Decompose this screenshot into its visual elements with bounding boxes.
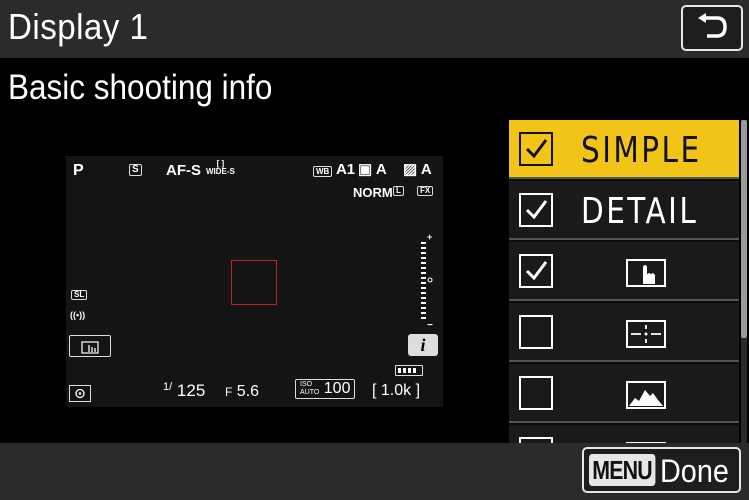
checkbox-level[interactable] <box>519 315 553 349</box>
iso-sensitivity: ISO AUTO 100 <box>295 379 356 400</box>
info-button-icon: i <box>408 334 438 356</box>
list-item-touch[interactable] <box>509 242 739 301</box>
done-label: Done <box>660 453 729 489</box>
list-item-label: DETAIL <box>581 191 699 232</box>
exposure-mode: P <box>73 162 84 179</box>
picture-control-icon: ▣ <box>358 161 373 178</box>
vibration-reduction-icon: ((•)) <box>70 310 86 320</box>
list-scrollbar[interactable] <box>741 120 747 443</box>
section-title: Basic shooting info <box>8 68 273 107</box>
aperture: F 5.6 <box>225 384 259 400</box>
metering-icon <box>69 385 91 402</box>
focus-point <box>231 260 277 305</box>
checkmark-icon <box>525 200 548 220</box>
shutter-prefix: 1/ <box>163 381 173 393</box>
title-bar: Display 1 <box>0 0 749 58</box>
checkbox-simple[interactable] <box>519 132 553 166</box>
iso-label: ISO <box>300 381 313 388</box>
image-quality: NORM <box>353 185 393 200</box>
exposure-indicator-icon: + − <box>421 232 433 328</box>
list-item-detail[interactable]: DETAIL <box>509 181 739 240</box>
display-options-list: SIMPLE DETAIL <box>509 120 739 443</box>
iso-value: 100 <box>323 380 351 397</box>
checkmark-icon <box>525 139 548 159</box>
battery-icon <box>395 365 423 376</box>
image-area-badge: FX <box>417 186 434 196</box>
aperture-value: 5.6 <box>236 383 260 400</box>
shooting-info-preview: P S AF-S [ ] WIDE-S WB A1 ▣ A ▨ A NORM L… <box>66 156 443 407</box>
active-d-lighting: ▨ A <box>403 162 432 177</box>
checkbox-touch[interactable] <box>519 254 553 288</box>
svg-text:+: + <box>427 232 432 242</box>
picture-control-value: A <box>375 161 387 178</box>
iso-badge: ISO AUTO <box>300 381 319 397</box>
wb-value: A1 <box>335 161 356 178</box>
shutter-speed: 1/ 125 <box>163 381 206 400</box>
checkmark-icon <box>525 261 548 281</box>
af-area-label: WIDE-S <box>206 167 235 176</box>
frames-remaining: [ 1.0k ] <box>372 382 421 399</box>
wb-tag: WB <box>313 166 333 177</box>
done-button[interactable]: MENU Done <box>582 447 741 493</box>
release-mode-badge: S <box>129 164 142 176</box>
checkbox-histogram[interactable] <box>519 376 553 410</box>
return-arrow-icon <box>698 13 727 38</box>
touch-hand-icon <box>626 259 666 287</box>
picture-control: ▣ A <box>358 162 387 177</box>
shutter-value: 125 <box>176 381 206 400</box>
page-title: Display 1 <box>8 6 149 47</box>
histogram-icon <box>626 381 666 409</box>
scrollbar-thumb[interactable] <box>741 120 747 338</box>
flash-sync-icon: SL <box>71 290 88 300</box>
list-item-histogram[interactable] <box>509 364 739 423</box>
aperture-prefix: F <box>225 385 233 399</box>
d-lighting-value: A <box>420 161 432 178</box>
list-item-grid[interactable] <box>509 425 739 443</box>
white-balance: WB A1 <box>313 162 355 177</box>
image-size-icon: L <box>393 186 404 196</box>
focus-mode: AF-S <box>166 162 201 179</box>
iso-auto-label: AUTO <box>300 389 320 396</box>
menu-button-label: MENU <box>589 454 656 486</box>
touch-shutter-icon <box>69 335 111 357</box>
list-item-simple[interactable]: SIMPLE <box>509 120 739 179</box>
checkbox-detail[interactable] <box>519 193 553 227</box>
back-button[interactable] <box>681 5 743 51</box>
list-item-level[interactable] <box>509 303 739 362</box>
af-area-mode: [ ] WIDE-S <box>206 160 235 176</box>
level-crosshair-icon <box>626 320 666 348</box>
footer-bar: MENU Done <box>0 443 749 500</box>
svg-text:−: − <box>427 320 433 328</box>
list-item-label: SIMPLE <box>581 130 702 171</box>
d-lighting-icon: ▨ <box>403 161 418 178</box>
